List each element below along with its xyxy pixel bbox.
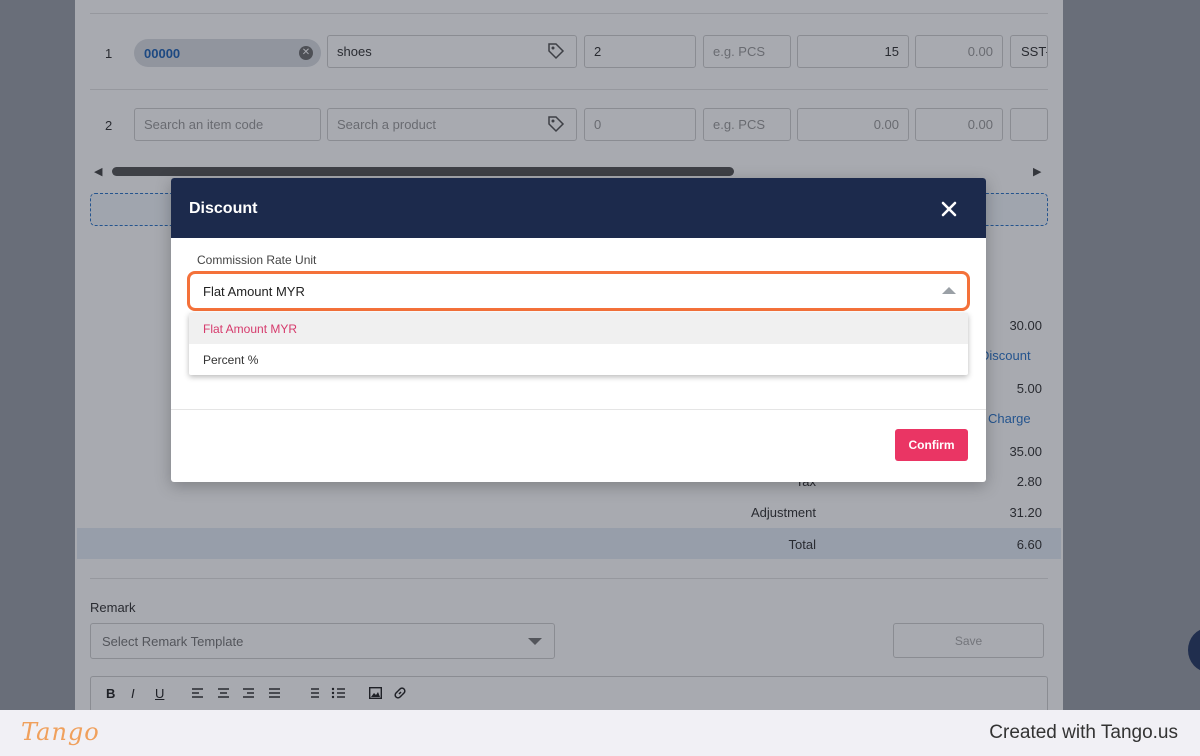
option-flat-amount-myr[interactable]: Flat Amount MYR [189,313,968,344]
tango-footer: Tango Created with Tango.us [0,710,1200,756]
chevron-up-icon [942,287,956,294]
discount-modal: Discount Commission Rate Unit Flat Amoun… [171,178,986,482]
confirm-button[interactable]: Confirm [895,429,968,461]
commission-rate-unit-select[interactable]: Flat Amount MYR [187,271,970,311]
commission-rate-unit-label: Commission Rate Unit [197,253,317,267]
modal-divider [171,409,986,410]
created-with-text: Created with Tango.us [989,722,1178,743]
modal-header: Discount [171,178,986,238]
modal-title: Discount [189,200,258,217]
option-percent[interactable]: Percent % [189,344,968,375]
app-background: 1 00000 ✕ shoes 2 e.g. PCS 15 0.00 SST-6… [0,0,1200,710]
dropdown-menu: Flat Amount MYR Percent % [189,313,968,375]
selected-value: Flat Amount MYR [203,284,305,299]
tango-logo: Tango [21,718,100,746]
close-icon[interactable] [937,197,961,221]
